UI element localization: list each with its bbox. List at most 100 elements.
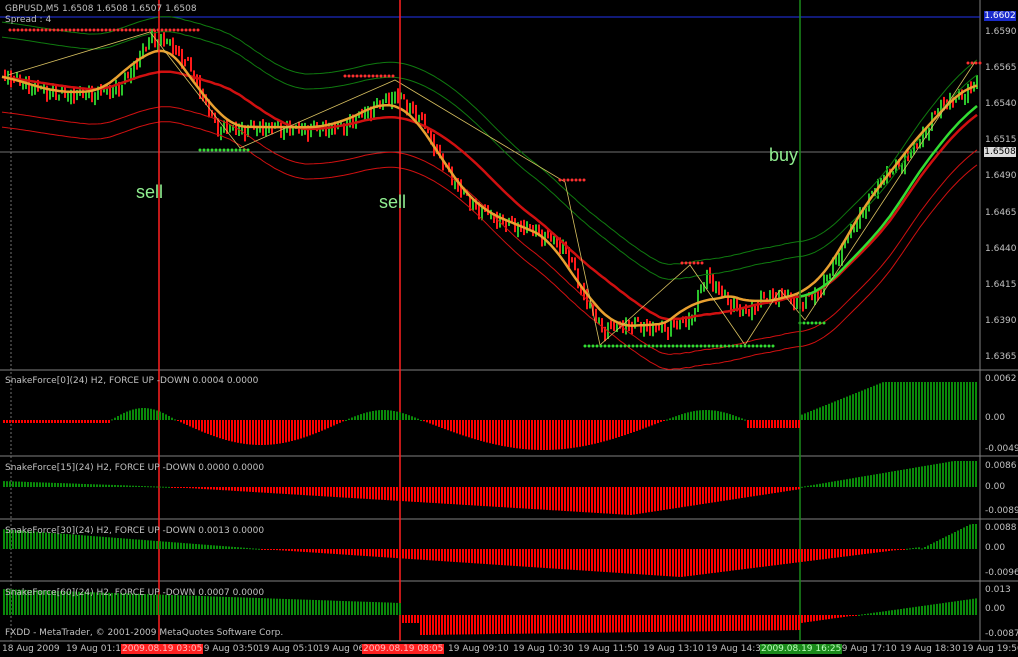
force-bar [663, 420, 665, 421]
time-tick: 19 Aug 01:10 [66, 644, 127, 654]
force-bar [465, 487, 467, 505]
force-bar [186, 420, 188, 425]
price-candle [571, 257, 573, 263]
resistance-dots [124, 28, 128, 32]
force-bar [216, 545, 218, 549]
buy-annotation: buy [769, 145, 799, 165]
force-bar [495, 420, 497, 445]
force-bar [435, 420, 437, 426]
force-bar [156, 541, 158, 549]
support-dots [727, 344, 731, 348]
force-bar [891, 471, 893, 487]
force-bar [828, 482, 830, 487]
force-bar [372, 487, 374, 500]
force-bar [144, 408, 146, 420]
force-bar [249, 420, 251, 445]
force-bar [204, 544, 206, 549]
force-bar [834, 481, 836, 487]
force-bar [615, 615, 617, 633]
price-candle [535, 224, 537, 237]
price-candle [676, 320, 678, 330]
force-bar [339, 420, 341, 423]
force-bar [582, 549, 584, 571]
force-bar [432, 487, 434, 503]
force-bar [309, 599, 311, 615]
force-bar [942, 382, 944, 420]
resistance-dots [966, 61, 970, 65]
force-bar [471, 549, 473, 564]
force-bar [579, 487, 581, 512]
force-bar [795, 615, 797, 631]
force-bar [747, 420, 749, 428]
force-bar [135, 485, 137, 487]
force-bar [318, 420, 320, 432]
force-bar [573, 420, 575, 448]
lower-band-inner [1, 106, 978, 355]
force-bar [861, 549, 863, 555]
support-dots [643, 344, 647, 348]
price-candle [964, 93, 966, 105]
force-bar [855, 615, 857, 616]
force-bar [633, 420, 635, 432]
force-bar [384, 549, 386, 558]
price-candle [253, 120, 255, 130]
force-bar [696, 615, 698, 632]
force-bar [90, 535, 92, 549]
force-bar [837, 615, 839, 618]
support-dots [683, 344, 687, 348]
force-bar [924, 605, 926, 615]
price-candle [31, 85, 33, 96]
force-bar [681, 487, 683, 508]
force-bar [180, 487, 182, 488]
force-bar [645, 549, 647, 575]
force-bar [663, 615, 665, 632]
force-bar [552, 487, 554, 511]
force-bar [957, 530, 959, 549]
force-bar [729, 615, 731, 631]
force-bar [519, 420, 521, 449]
force-bar [822, 406, 824, 420]
force-bar [459, 487, 461, 505]
force-bar [738, 417, 740, 420]
force-bar [267, 420, 269, 445]
force-bar [87, 484, 89, 487]
force-bar [441, 549, 443, 562]
force-bar [585, 615, 587, 633]
force-bar [735, 487, 737, 499]
force-bar [717, 615, 719, 632]
resistance-dots [40, 28, 44, 32]
force-bar [792, 487, 794, 491]
force-bar [726, 615, 728, 631]
force-bar [528, 420, 530, 450]
force-bar [507, 549, 509, 566]
price-candle [838, 252, 840, 267]
force-bar [249, 597, 251, 615]
force-bar [825, 405, 827, 420]
force-bar [732, 549, 734, 571]
price-candle [229, 124, 231, 133]
force-bar [591, 420, 593, 445]
force-bar [621, 549, 623, 574]
force-bar [237, 487, 239, 492]
force-bar [549, 615, 551, 634]
force-bar [330, 487, 332, 497]
force-bar [636, 549, 638, 575]
resistance-dots [574, 178, 578, 182]
force-bar [366, 412, 368, 420]
force-bar [96, 484, 98, 487]
force-bar [12, 481, 14, 487]
force-bar [516, 487, 518, 509]
force-bar [696, 549, 698, 575]
force-bar [303, 599, 305, 615]
force-bar [180, 595, 182, 615]
force-bar [933, 464, 935, 487]
force-bar [102, 536, 104, 549]
force-bar [717, 411, 719, 420]
chart-window[interactable]: { "header": { "symbol_info": "GBPUSD,M5 … [0, 0, 1018, 657]
support-dots [739, 344, 743, 348]
force-bar [507, 487, 509, 508]
force-bar [690, 615, 692, 632]
resistance-dots [176, 28, 180, 32]
force-bar [219, 596, 221, 615]
price-candle [709, 267, 711, 284]
